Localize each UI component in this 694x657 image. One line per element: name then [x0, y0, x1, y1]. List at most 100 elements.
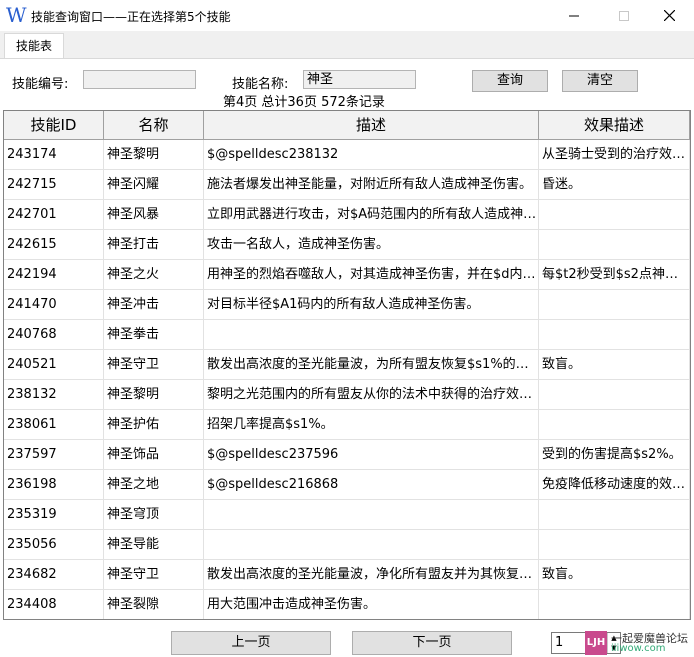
- page-info: 第4页 总计36页 572条记录: [223, 95, 385, 110]
- table-row[interactable]: 238132 神圣黎明 黎明之光范围内的所有盟友从你的法术中获得的治疗效果提高。: [4, 380, 690, 410]
- prev-page-button[interactable]: 上一页: [171, 631, 331, 655]
- table-row[interactable]: 238061 神圣护佑 招架几率提高$s1%。: [4, 410, 690, 440]
- table-row[interactable]: 240768 神圣拳击: [4, 320, 690, 350]
- cell-name: 神圣护佑: [104, 410, 204, 440]
- cell-effect: [539, 290, 690, 320]
- next-page-button[interactable]: 下一页: [352, 631, 512, 655]
- cell-effect: [539, 380, 690, 410]
- title-bar: W 技能查询窗口——正在选择第5个技能: [0, 0, 694, 31]
- cell-id: 242701: [4, 200, 104, 230]
- table-row[interactable]: 243174神圣黎明$@spelldesc238132从圣骑士受到的治疗效果提高: [4, 140, 690, 170]
- cell-description: 用大范围冲击造成神圣伤害。: [204, 590, 539, 619]
- column-header-id[interactable]: 技能ID: [4, 111, 104, 139]
- cell-name: 神圣之火: [104, 260, 204, 290]
- cell-id: 241470: [4, 290, 104, 320]
- window-title: 技能查询窗口——正在选择第5个技能: [31, 10, 231, 24]
- cell-id: 243174: [4, 140, 104, 170]
- table-row[interactable]: 236198 神圣之地 $@spelldesc216868 免疫降低移动速度的效果。: [4, 470, 690, 500]
- cell-effect: 从圣骑士受到的治疗效果提高: [539, 140, 690, 170]
- skill-id-label: 技能编号:: [12, 77, 69, 92]
- cell-name: 神圣守卫: [104, 350, 204, 380]
- cell-effect: 致盲。: [539, 350, 690, 380]
- skill-name-label: 技能名称:: [232, 77, 289, 92]
- cell-id: 242715: [4, 170, 104, 200]
- cell-id: 234408: [4, 590, 104, 619]
- cell-description: $@spelldesc238132: [204, 140, 539, 170]
- cell-id: 240521: [4, 350, 104, 380]
- cell-id: 238061: [4, 410, 104, 440]
- table-row[interactable]: 242194神圣之火用神圣的烈焰吞噬敌人，对其造成神圣伤害，并在$d内造成额外伤…: [4, 260, 690, 290]
- cell-effect: [539, 500, 690, 530]
- cell-name: 神圣裂隙: [104, 590, 204, 619]
- cell-description: 用神圣的烈焰吞噬敌人，对其造成神圣伤害，并在$d内造成额外伤害。: [204, 260, 539, 290]
- cell-id: 235056: [4, 530, 104, 560]
- maximize-button[interactable]: [601, 0, 647, 31]
- table-row[interactable]: 235319 神圣穹顶: [4, 500, 690, 530]
- table-row[interactable]: 242615 神圣打击 攻击一名敌人，造成神圣伤害。: [4, 230, 690, 260]
- table-row[interactable]: 242715 神圣闪耀 施法者爆发出神圣能量，对附近所有敌人造成神圣伤害。 昏迷。: [4, 170, 690, 200]
- table-row[interactable]: 242701 神圣风暴 立即用武器进行攻击，对$A码范围内的所有敌人造成神圣伤害。: [4, 200, 690, 230]
- cell-effect: [539, 200, 690, 230]
- minimize-icon: [569, 15, 579, 16]
- cell-description: [204, 500, 539, 530]
- cell-description: 散发出高浓度的圣光能量波，为所有盟友恢复$s1%的生命值。: [204, 350, 539, 380]
- cell-description: 招架几率提高$s1%。: [204, 410, 539, 440]
- skill-table: 技能ID 名称 描述 效果描述 243174 神圣黎明 $@spelldesc238…: [3, 110, 691, 620]
- cell-id: 240768: [4, 320, 104, 350]
- cell-description: 攻击一名敌人，造成神圣伤害。: [204, 230, 539, 260]
- column-header-name[interactable]: 名称: [104, 111, 204, 139]
- watermark-logo: LJH: [585, 631, 607, 655]
- table-row[interactable]: 234682 神圣守卫 散发出高浓度的圣光能量波，净化所有盟友并为其恢复生命值。 致盲…: [4, 560, 690, 590]
- skill-id-input[interactable]: [83, 70, 196, 89]
- cell-effect: [539, 230, 690, 260]
- cell-name: 神圣穹顶: [104, 500, 204, 530]
- table-row[interactable]: 241470 神圣冲击 对目标半径$A1码内的所有敌人造成神圣伤害。: [4, 290, 690, 320]
- cell-name: 神圣风暴: [104, 200, 204, 230]
- cell-description: $@spelldesc216868: [204, 470, 539, 500]
- cell-description: $@spelldesc237596: [204, 440, 539, 470]
- cell-description: 对目标半径$A1码内的所有敌人造成神圣伤害。: [204, 290, 539, 320]
- cell-name: 神圣冲击: [104, 290, 204, 320]
- column-header-description[interactable]: 描述: [204, 111, 539, 139]
- tab-skill-table[interactable]: 技能表: [4, 33, 64, 59]
- tab-panel: 技能编号: 技能名称: 神圣 查询 清空 第4页 总计36页 572条记录 技能…: [0, 58, 694, 657]
- close-icon: [663, 9, 675, 22]
- cell-name: 神圣导能: [104, 530, 204, 560]
- cell-name: 神圣之地: [104, 470, 204, 500]
- column-header-effect[interactable]: 效果描述: [539, 111, 690, 139]
- table-row[interactable]: 235056 神圣导能: [4, 530, 690, 560]
- cell-effect: 昏迷。: [539, 170, 690, 200]
- table-row[interactable]: 237597 神圣饰品 $@spelldesc237596 受到的伤害提高$s2%。: [4, 440, 690, 470]
- cell-effect: 每$t2秒受到$s2点神圣伤害。: [539, 260, 690, 290]
- cell-description: 施法者爆发出神圣能量，对附近所有敌人造成神圣伤害。: [204, 170, 539, 200]
- clear-button[interactable]: 清空: [562, 70, 638, 92]
- close-button[interactable]: [646, 0, 692, 31]
- cell-id: 242194: [4, 260, 104, 290]
- cell-name: 神圣打击: [104, 230, 204, 260]
- cell-id: 238132: [4, 380, 104, 410]
- cell-effect: [539, 530, 690, 560]
- cell-id: 242615: [4, 230, 104, 260]
- app-icon: W: [6, 3, 27, 27]
- cell-id: 234682: [4, 560, 104, 590]
- watermark-url: iiiwow.com: [611, 643, 666, 654]
- cell-name: 神圣饰品: [104, 440, 204, 470]
- minimize-button[interactable]: [551, 0, 597, 31]
- query-button[interactable]: 查询: [472, 70, 548, 92]
- watermark: LJH 一起爱魔兽论坛 iiiwow.com: [585, 630, 689, 656]
- page-number-value: 1: [555, 635, 564, 650]
- cell-effect: 受到的伤害提高$s2%。: [539, 440, 690, 470]
- cell-name: 神圣拳击: [104, 320, 204, 350]
- table-row[interactable]: 234408 神圣裂隙 用大范围冲击造成神圣伤害。: [4, 590, 690, 619]
- cell-effect: [539, 410, 690, 440]
- cell-id: 236198: [4, 470, 104, 500]
- cell-id: 235319: [4, 500, 104, 530]
- cell-id: 237597: [4, 440, 104, 470]
- table-body: 243174神圣黎明$@spelldesc238132从圣骑士受到的治疗效果提高…: [4, 140, 690, 619]
- cell-description: 散发出高浓度的圣光能量波，净化所有盟友并为其恢复生命值。: [204, 560, 539, 590]
- cell-effect: 致盲。: [539, 560, 690, 590]
- cell-name: 神圣闪耀: [104, 170, 204, 200]
- cell-name: 神圣守卫: [104, 560, 204, 590]
- skill-name-input[interactable]: 神圣: [303, 70, 416, 89]
- table-row[interactable]: 240521 神圣守卫 散发出高浓度的圣光能量波，为所有盟友恢复$s1%的生命值。致…: [4, 350, 690, 380]
